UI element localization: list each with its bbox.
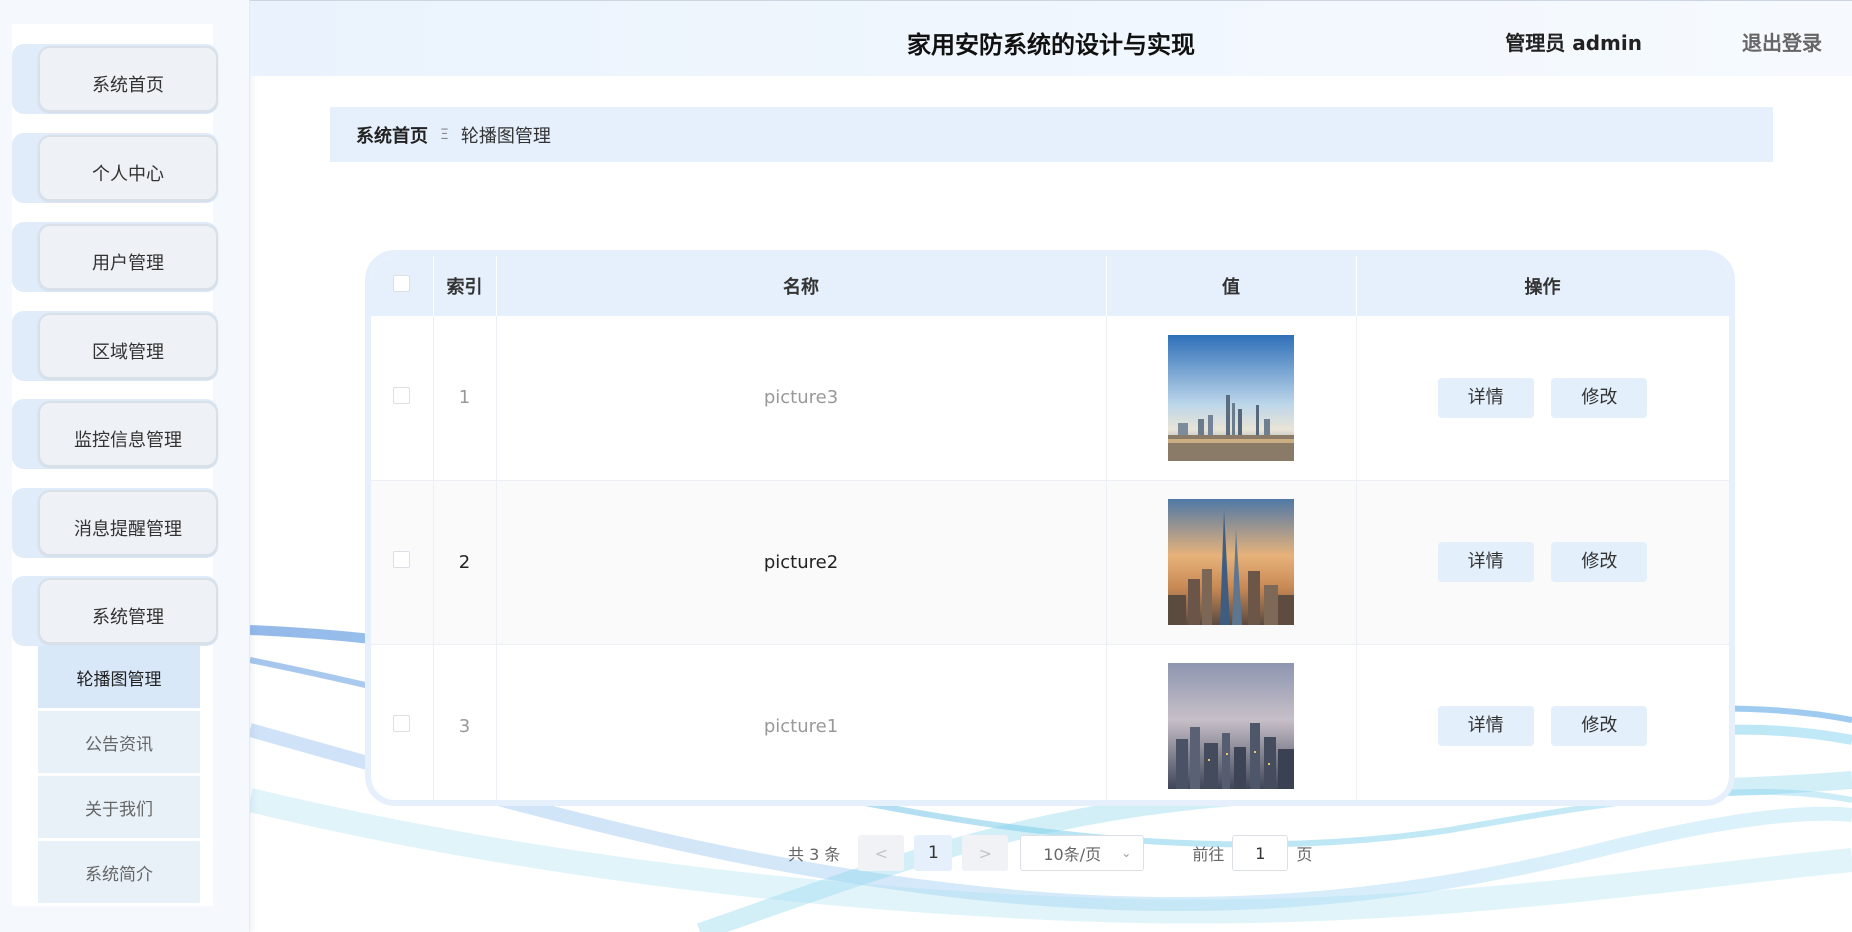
- page-size-select[interactable]: 10条/页 ⌄: [1020, 835, 1145, 871]
- edit-button[interactable]: 修改: [1551, 377, 1648, 418]
- submenu-item-carousel[interactable]: 轮播图管理: [38, 646, 200, 708]
- column-header-index: 索引: [433, 256, 497, 316]
- sidebar-item-profile[interactable]: 个人中心: [12, 133, 218, 203]
- top-header: 家用安防系统的设计与实现 管理员 admin 退出登录: [250, 0, 1852, 76]
- detail-button[interactable]: 详情: [1437, 542, 1534, 582]
- sidebar-item-label: 区域管理: [38, 313, 218, 379]
- logout-button[interactable]: 退出登录: [1742, 27, 1822, 56]
- table-header-row: 索引 名称 值 操作: [371, 256, 1729, 316]
- row-index: 2: [433, 480, 497, 645]
- city-skyline-thumbnail[interactable]: [1168, 334, 1294, 461]
- column-header-value: 值: [1106, 256, 1357, 316]
- city-dusk-thumbnail[interactable]: [1168, 663, 1294, 789]
- page-number-1[interactable]: 1: [914, 835, 953, 871]
- submenu-item-intro[interactable]: 系统简介: [38, 841, 200, 903]
- sidebar-item-label: 消息提醒管理: [38, 490, 218, 556]
- sidebar-item-label: 个人中心: [38, 135, 218, 201]
- breadcrumb-current: 轮播图管理: [460, 125, 551, 147]
- goto-page-input[interactable]: [1232, 835, 1289, 871]
- column-header-name: 名称: [496, 256, 1107, 316]
- row-name: picture3: [496, 316, 1107, 481]
- sidebar-item-label: 系统管理: [38, 578, 218, 644]
- row-name: picture2: [496, 480, 1107, 645]
- sidebar: 系统首页 个人中心 用户管理 区域管理 监控信息管理 消息提醒管理 系统管理 轮…: [0, 0, 250, 932]
- sidebar-item-label: 用户管理: [38, 224, 218, 290]
- table-row: 1 picture3 详情 修改: [371, 316, 1729, 481]
- breadcrumb-home[interactable]: 系统首页: [356, 122, 428, 148]
- detail-button[interactable]: 详情: [1437, 706, 1534, 746]
- select-all-checkbox[interactable]: [393, 275, 411, 292]
- row-name: picture1: [496, 644, 1107, 800]
- goto-label: 前往: [1192, 845, 1225, 864]
- edit-button[interactable]: 修改: [1551, 706, 1648, 746]
- row-index: 3: [433, 644, 497, 800]
- submenu-item-news[interactable]: 公告资讯: [38, 711, 200, 773]
- sidebar-item-system[interactable]: 系统管理: [12, 576, 218, 646]
- detail-button[interactable]: 详情: [1437, 377, 1534, 418]
- current-user: 管理员 admin: [1505, 31, 1642, 55]
- page-unit-label: 页: [1296, 845, 1313, 864]
- pagination: 共 3 条 < 1 > 10条/页 ⌄ 前往 页: [788, 835, 1312, 871]
- chevron-down-icon: ⌄: [1121, 846, 1132, 860]
- next-page-button[interactable]: >: [962, 835, 1009, 871]
- sidebar-item-notifications[interactable]: 消息提醒管理: [12, 488, 218, 558]
- table-row: 3 picture1 详情 修改: [371, 644, 1729, 800]
- sidebar-item-users[interactable]: 用户管理: [12, 222, 218, 292]
- page-size-value: 10条/页: [1043, 845, 1102, 864]
- system-submenu: 轮播图管理 公告资讯 关于我们 系统简介: [38, 646, 200, 906]
- sidebar-item-monitoring[interactable]: 监控信息管理: [12, 399, 218, 469]
- row-checkbox[interactable]: [393, 386, 411, 404]
- edit-button[interactable]: 修改: [1551, 542, 1648, 582]
- breadcrumb: 系统首页 Ξ 轮播图管理: [330, 107, 1773, 162]
- row-index: 1: [433, 316, 497, 481]
- sidebar-item-areas[interactable]: 区域管理: [12, 311, 218, 381]
- pagination-total: 共 3 条: [788, 845, 841, 864]
- submenu-item-about[interactable]: 关于我们: [38, 776, 200, 838]
- column-header-actions: 操作: [1356, 256, 1729, 316]
- select-all-cell: [371, 256, 434, 316]
- table-row: 2 picture2 详情 修改: [371, 480, 1729, 645]
- sidebar-item-label: 监控信息管理: [38, 401, 218, 467]
- row-checkbox[interactable]: [393, 551, 411, 568]
- breadcrumb-separator-icon: Ξ: [440, 126, 449, 143]
- sidebar-item-label: 系统首页: [38, 46, 218, 112]
- prev-page-button[interactable]: <: [858, 835, 905, 871]
- carousel-table: 索引 名称 值 操作 1 picture3 详情 修改 2 picture2 详…: [365, 250, 1735, 806]
- sidebar-item-home[interactable]: 系统首页: [12, 44, 218, 114]
- row-checkbox[interactable]: [393, 715, 411, 732]
- skyscraper-sunset-thumbnail[interactable]: [1168, 499, 1294, 625]
